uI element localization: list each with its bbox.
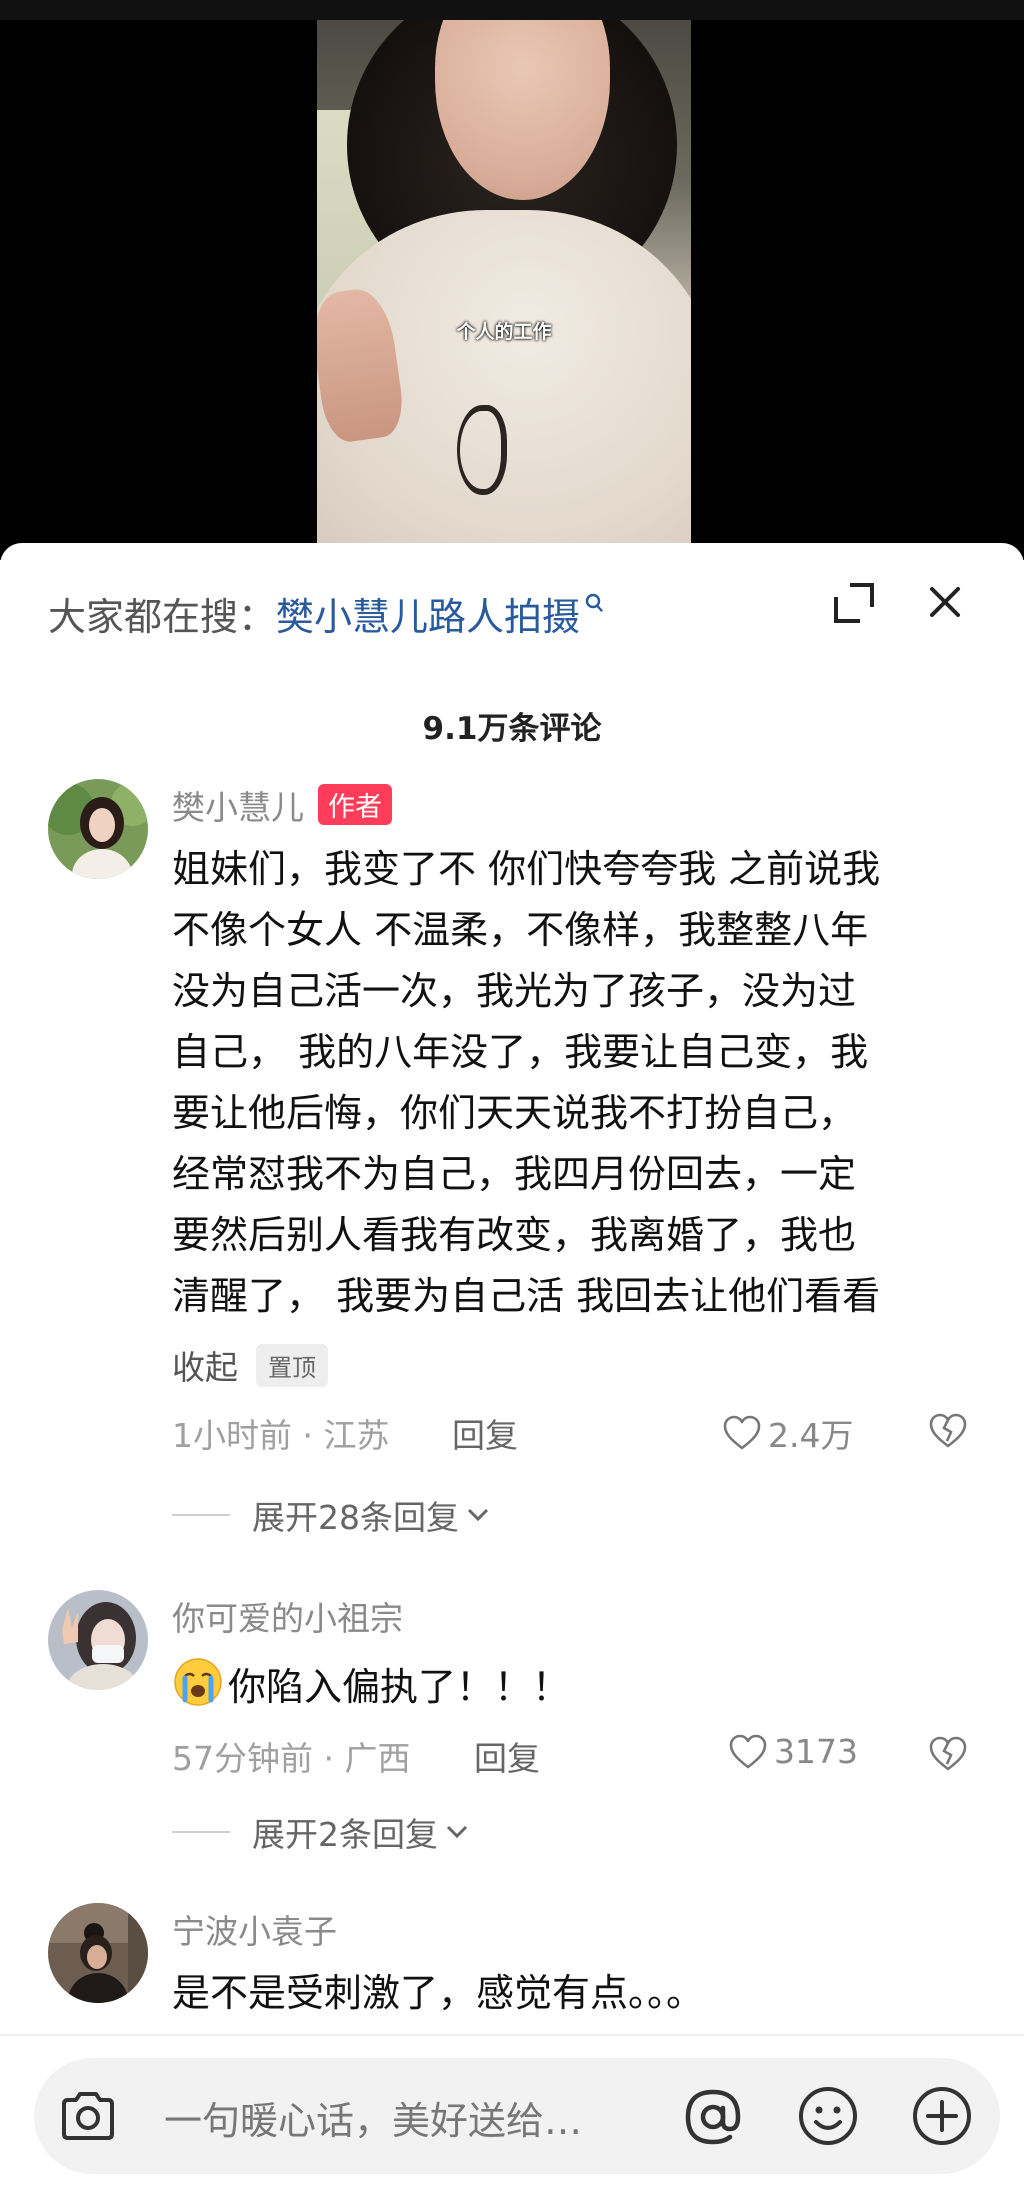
dislike-icon[interactable] xyxy=(928,1734,968,1774)
comment-text-line: 姐妹们，我变了不 你们快夸夸我 之前说我 xyxy=(172,847,881,891)
comment-text-line: 要让他后悔，你们天天说我不打扮自己， xyxy=(172,1091,857,1135)
expand-divider xyxy=(172,1831,230,1833)
comment-text-line: 要然后别人看我有改变，我离婚了，我也 xyxy=(172,1213,857,1257)
like-count: 2.4万 xyxy=(768,1416,854,1455)
crying-face-icon xyxy=(172,1656,224,1708)
comment-username[interactable]: 樊小慧儿 作者 xyxy=(172,781,392,829)
emoji-icon[interactable] xyxy=(796,2084,860,2148)
chevron-down-icon xyxy=(446,1825,468,1839)
heart-icon xyxy=(729,1734,767,1768)
author-badge: 作者 xyxy=(318,784,392,825)
comment-meta: 1小时前 · 江苏 xyxy=(172,1416,390,1455)
comment-username[interactable]: 你可爱的小祖宗 xyxy=(172,1592,403,1640)
heart-icon xyxy=(723,1415,761,1450)
comments-sheet: 大家都在搜： 樊小慧儿路人拍摄 9.1万条评论 樊小慧儿 作者 姐妹们，我变了不… xyxy=(0,543,1024,2194)
video-player[interactable]: 个人的工作 xyxy=(0,0,1024,560)
screen: 个人的工作 大家都在搜： 樊小慧儿路人拍摄 9.1万条评论 樊小慧儿 作者 姐妹… xyxy=(0,0,1024,2194)
comment-text-line: 不像个女人 不温柔，不像样，我整整八年 xyxy=(172,908,869,952)
avatar[interactable] xyxy=(48,779,148,879)
avatar[interactable] xyxy=(48,1903,148,2003)
search-suggestion-prefix: 大家都在搜： xyxy=(48,594,277,639)
expand-replies-label: 展开28条回复 xyxy=(252,1498,459,1537)
video-subtitle: 个人的工作 xyxy=(456,321,552,343)
username-text[interactable]: 樊小慧儿 xyxy=(172,788,304,827)
fullscreen-icon[interactable] xyxy=(832,581,876,625)
comment-text: 你陷入偏执了！！！ xyxy=(172,1648,972,1718)
comment-text: 姐妹们，我变了不 你们快夸夸我 之前说我 不像个女人 不温柔，不像样，我整整八年… xyxy=(172,839,972,1327)
comment-text: 是不是受刺激了，感觉有点。。。 xyxy=(172,1963,972,2024)
comment-text-line: 自己， 我的八年没了，我要让自己变，我 xyxy=(172,1030,869,1074)
status-strip xyxy=(0,0,1024,20)
search-suggestion-term[interactable]: 樊小慧儿路人拍摄 xyxy=(276,586,580,641)
like-button[interactable]: 3173 xyxy=(728,1732,858,1771)
comment-text-line: 清醒了， 我要为自己活 我回去让他们看看 xyxy=(172,1274,881,1318)
add-icon[interactable] xyxy=(910,2084,974,2148)
expand-replies-label: 展开2条回复 xyxy=(252,1815,438,1854)
comment-meta: 57分钟前 · 广西 xyxy=(172,1739,411,1778)
like-button[interactable]: 2.4万 xyxy=(722,1409,853,1457)
like-count: 3173 xyxy=(774,1732,858,1771)
expand-replies-button[interactable]: 展开28条回复 xyxy=(172,1491,493,1539)
search-suggestion[interactable]: 大家都在搜： 樊小慧儿路人拍摄 xyxy=(48,583,828,643)
comment-text-line: 没为自己活一次，我光为了孩子，没为过 xyxy=(172,969,857,1013)
expand-divider xyxy=(172,1514,230,1516)
collapse-button[interactable]: 收起 xyxy=(172,1341,238,1389)
camera-icon[interactable] xyxy=(58,2088,118,2144)
video-sweater-print xyxy=(457,405,507,495)
comment-text-line: 是不是受刺激了，感觉有点。。。 xyxy=(172,1971,705,2015)
collapse-row: 收起 置顶 xyxy=(172,1341,328,1389)
mention-icon[interactable] xyxy=(680,2084,746,2150)
reply-button[interactable]: 回复 xyxy=(452,1409,518,1457)
close-icon[interactable] xyxy=(922,579,968,625)
comment-text-line: 经常怼我不为自己，我四月份回去，一定 xyxy=(172,1152,857,1196)
video-frame[interactable]: 个人的工作 xyxy=(317,20,691,560)
comment-input-bar[interactable]: 一句暖心话，美好送给… xyxy=(34,2058,1000,2174)
pinned-badge: 置顶 xyxy=(256,1343,328,1387)
search-icon xyxy=(584,590,604,620)
comment-text-line: 你陷入偏执了！！！ xyxy=(228,1665,571,1709)
expand-replies-button[interactable]: 展开2条回复 xyxy=(172,1808,472,1856)
bottom-divider xyxy=(0,2034,1024,2036)
reply-button[interactable]: 回复 xyxy=(474,1732,540,1780)
comment-input[interactable]: 一句暖心话，美好送给… xyxy=(164,2090,582,2145)
dislike-icon[interactable] xyxy=(928,1411,968,1451)
comment-username[interactable]: 宁波小袁子 xyxy=(172,1905,337,1953)
comment-count: 9.1万条评论 xyxy=(422,711,602,747)
chevron-down-icon xyxy=(467,1508,489,1522)
avatar[interactable] xyxy=(48,1590,148,1690)
